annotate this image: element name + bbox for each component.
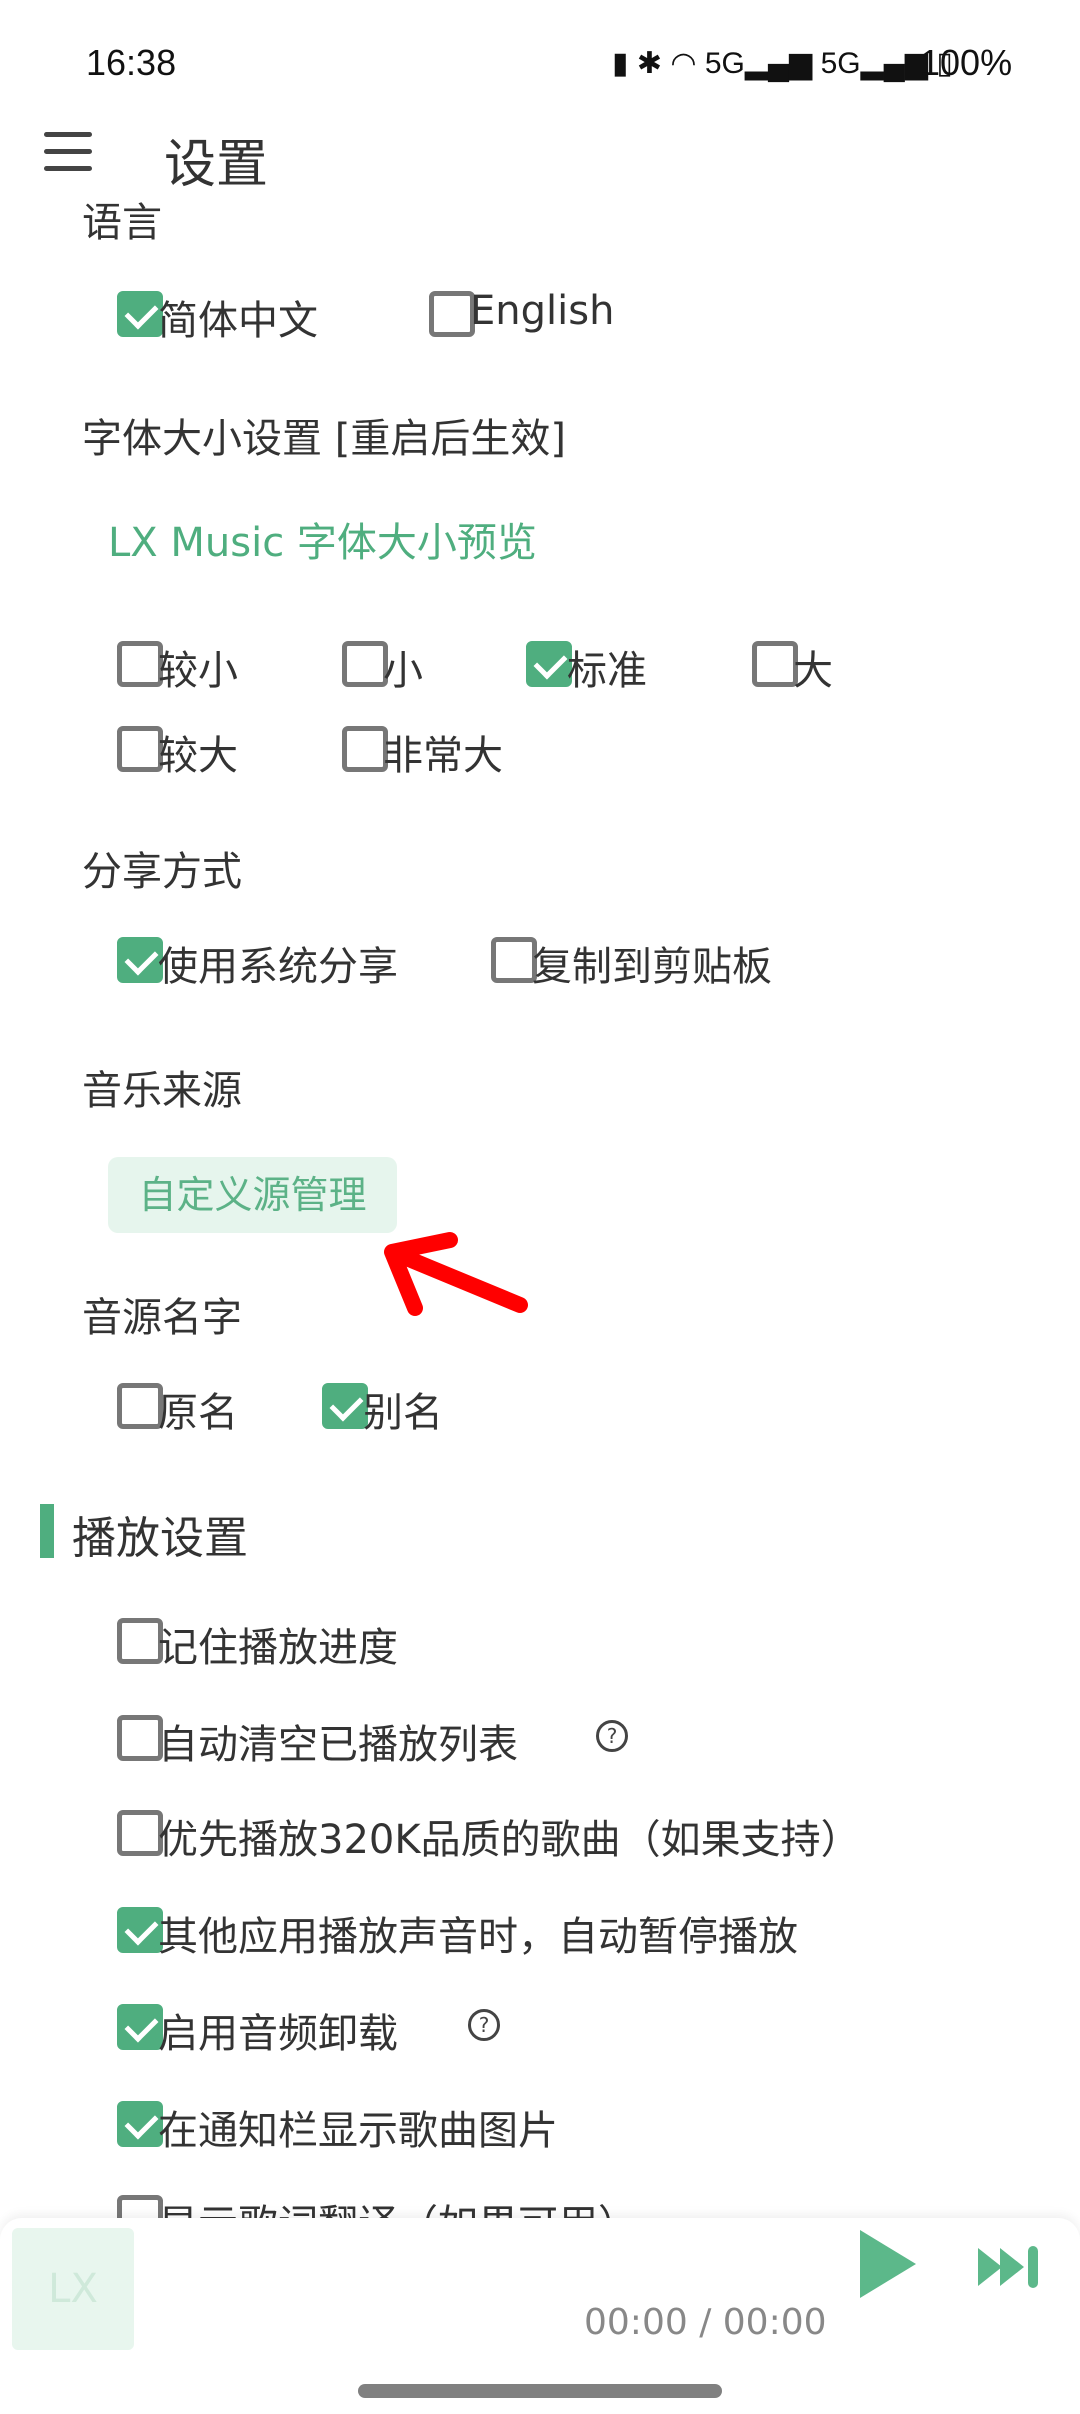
- source-name-option-checkbox[interactable]: [117, 1383, 163, 1429]
- font-size-option-checkbox[interactable]: [117, 641, 163, 687]
- font-size-option-checkbox[interactable]: [117, 726, 163, 772]
- play-setting-label[interactable]: 其他应用播放声音时，自动暂停播放: [158, 1904, 798, 1962]
- source-name-option-checkbox[interactable]: [322, 1383, 368, 1429]
- home-indicator[interactable]: [358, 2384, 722, 2398]
- section-marker: [40, 1504, 54, 1558]
- play-setting-checkbox[interactable]: [117, 2004, 163, 2050]
- playback-time: 00:00 / 00:00: [584, 2302, 827, 2343]
- font-size-label: 字体大小设置 [重启后生效]: [82, 416, 566, 462]
- font-size-option-label[interactable]: 较大: [158, 723, 238, 781]
- play-settings-title: 播放设置: [72, 1513, 248, 1564]
- language-option-label[interactable]: 简体中文: [158, 288, 318, 346]
- app-header: 设置: [0, 110, 1080, 200]
- help-icon[interactable]: ?: [596, 1720, 628, 1752]
- font-size-option-checkbox[interactable]: [752, 641, 798, 687]
- play-setting-label[interactable]: 在通知栏显示歌曲图片: [158, 2098, 558, 2156]
- album-thumbnail[interactable]: LX: [12, 2228, 134, 2350]
- font-size-option-checkbox[interactable]: [342, 641, 388, 687]
- music-source-label: 音乐来源: [82, 1068, 242, 1114]
- source-name-label: 音源名字: [82, 1295, 242, 1341]
- play-setting-label[interactable]: 记住播放进度: [158, 1615, 398, 1673]
- share-option-checkbox[interactable]: [491, 937, 537, 983]
- share-option-checkbox[interactable]: [117, 937, 163, 983]
- play-setting-label[interactable]: 优先播放320K品质的歌曲（如果支持）: [158, 1807, 861, 1865]
- play-setting-label[interactable]: 自动清空已播放列表: [158, 1712, 518, 1770]
- custom-source-button[interactable]: 自定义源管理: [108, 1157, 397, 1233]
- help-icon[interactable]: ?: [468, 2009, 500, 2041]
- battery-percent: 100%: [920, 42, 1013, 83]
- page-title: 设置: [164, 135, 269, 195]
- font-size-option-checkbox[interactable]: [342, 726, 388, 772]
- red-arrow-annotation: [384, 1232, 528, 1316]
- share-option-label[interactable]: 复制到剪贴板: [532, 934, 772, 992]
- play-icon[interactable]: [860, 2230, 916, 2298]
- source-name-option-label[interactable]: 别名: [363, 1380, 443, 1438]
- play-setting-checkbox[interactable]: [117, 1618, 163, 1664]
- share-option-label[interactable]: 使用系统分享: [158, 934, 398, 992]
- font-size-option-label[interactable]: 非常大: [383, 723, 503, 781]
- font-size-option-label[interactable]: 大: [793, 638, 833, 696]
- play-setting-label[interactable]: 启用音频卸载: [158, 2001, 398, 2059]
- play-setting-checkbox[interactable]: [117, 2101, 163, 2147]
- play-setting-checkbox[interactable]: [117, 1907, 163, 1953]
- share-label: 分享方式: [82, 849, 242, 895]
- font-size-option-checkbox[interactable]: [526, 641, 572, 687]
- language-option-label[interactable]: English: [470, 288, 614, 334]
- hamburger-icon[interactable]: [44, 132, 92, 172]
- font-size-preview: LX Music 字体大小预览: [108, 520, 537, 566]
- status-time: 16:38: [86, 42, 177, 83]
- font-size-option-label[interactable]: 小: [383, 638, 423, 696]
- font-size-option-label[interactable]: 较小: [158, 638, 238, 696]
- play-setting-checkbox[interactable]: [117, 1810, 163, 1856]
- language-option-checkbox[interactable]: [429, 291, 475, 337]
- language-option-checkbox[interactable]: [117, 291, 163, 337]
- next-track-icon[interactable]: [978, 2244, 1042, 2290]
- status-icons: ▮ ✱ ◠ 5G▂▄▆ 5G▂▄▆ ▯: [612, 47, 953, 80]
- play-setting-checkbox[interactable]: [117, 1715, 163, 1761]
- font-size-option-label[interactable]: 标准: [567, 638, 647, 696]
- source-name-option-label[interactable]: 原名: [158, 1380, 238, 1438]
- mini-player[interactable]: LX 00:00 / 00:00: [0, 2218, 1080, 2414]
